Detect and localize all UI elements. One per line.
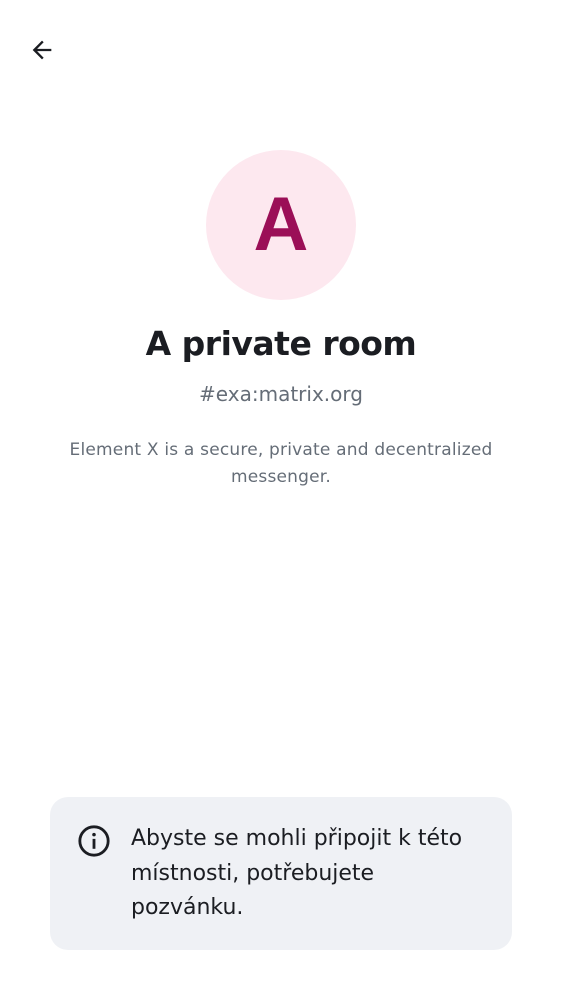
room-name: A private room [145,324,417,363]
info-icon [78,825,110,857]
arrow-left-icon [32,40,52,60]
room-alias: #exa:matrix.org [199,382,363,406]
back-button[interactable] [20,28,64,72]
room-avatar-letter: A [253,182,309,267]
notice-text: Abyste se mohli připojit k této místnost… [131,826,463,920]
room-description: Element X is a secure, private and decen… [69,440,493,487]
invite-required-notice: Abyste se mohli připojit k této místnost… [50,797,512,950]
room-avatar: A [206,150,356,300]
